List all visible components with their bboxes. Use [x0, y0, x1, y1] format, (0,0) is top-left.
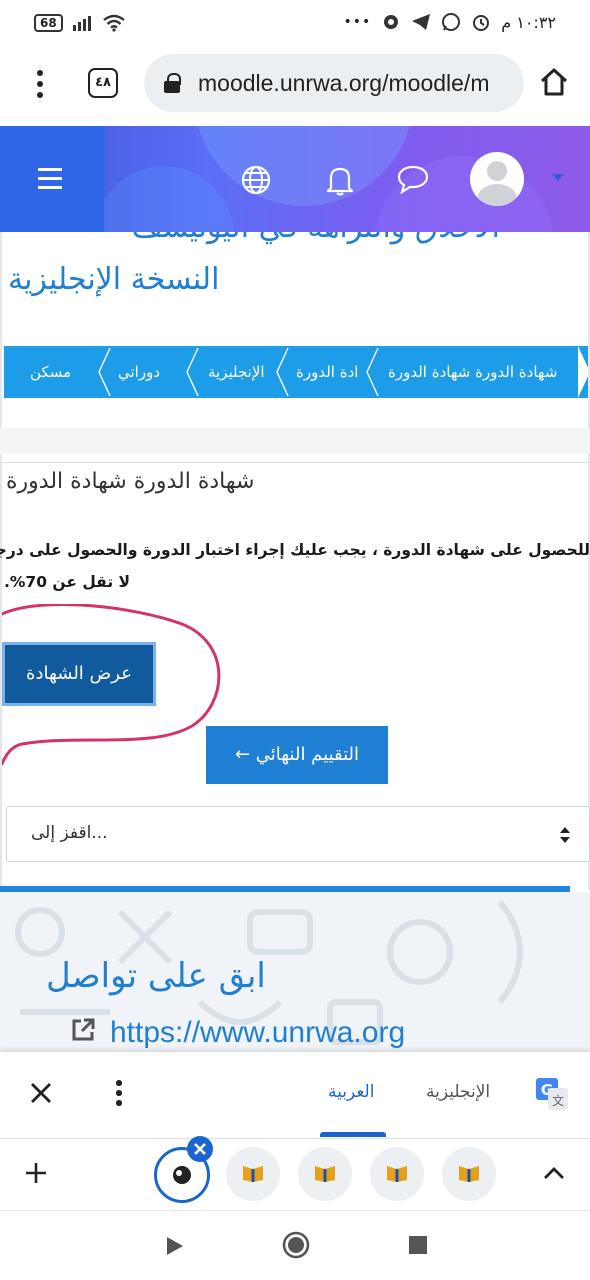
battery-icon: 68 — [34, 14, 63, 32]
whatsapp-icon — [442, 13, 461, 31]
site-footer: ابق على تواصل https://www.unrwa.org — [0, 892, 590, 1054]
source-language-tab[interactable]: الإنجليزية — [426, 1082, 490, 1102]
breadcrumb-end-arrow — [578, 346, 588, 398]
home-nav-icon[interactable] — [282, 1231, 310, 1259]
unrwa-website-link[interactable]: https://www.unrwa.org — [70, 1016, 405, 1050]
view-certificate-button[interactable]: عرض الشهادة — [2, 642, 156, 706]
breadcrumb-item-course[interactable]: ادة الدورة — [296, 346, 358, 398]
close-icon[interactable] — [28, 1080, 54, 1106]
status-left-icons: 68 — [34, 14, 125, 32]
system-navigation-bar — [0, 1210, 590, 1280]
new-tab-plus-icon[interactable] — [24, 1161, 48, 1185]
book-favicon-icon — [243, 1166, 263, 1182]
tab-thumbnail[interactable] — [370, 1147, 424, 1201]
section-gap — [0, 428, 590, 454]
description-line-2: لا تقل عن 70%. — [4, 573, 131, 591]
telegram-icon — [412, 14, 431, 30]
back-play-icon[interactable] — [164, 1235, 186, 1257]
book-favicon-icon — [387, 1166, 407, 1182]
tab-group-strip — [0, 1136, 590, 1210]
breadcrumb-item-certificate[interactable]: شهادة الدورة شهادة الدورة — [388, 346, 557, 398]
course-title-area: الأخلاق والنزاهة في اليونيسف - النسخة ال… — [0, 232, 590, 428]
tab-switcher-button[interactable]: ٤٨ — [88, 68, 118, 98]
external-link-icon — [72, 1018, 95, 1041]
target-language-tab[interactable]: العربية — [328, 1082, 374, 1102]
active-language-indicator — [320, 1132, 386, 1137]
status-right-icons: ١٠:٣٢ م ••• — [343, 12, 556, 32]
breadcrumb-item-home[interactable]: مسكن — [30, 346, 71, 398]
next-activity-button[interactable]: التقييم النهائي ← — [206, 726, 388, 784]
browser-toolbar: ٤٨ moodle.unrwa.org/moodle/m — [0, 52, 590, 126]
globe-icon[interactable] — [240, 164, 272, 196]
lock-icon — [164, 73, 181, 93]
book-favicon-icon — [459, 1166, 479, 1182]
bell-icon[interactable] — [326, 164, 354, 196]
browser-menu-icon[interactable] — [36, 70, 44, 100]
breadcrumb-item-my-courses[interactable]: دوراتي — [118, 346, 160, 398]
translate-bar: العربية الإنجليزية G文 — [0, 1052, 590, 1138]
breadcrumb: شهادة الدورة شهادة الدورة ادة الدورة الإ… — [4, 346, 588, 398]
site-header — [0, 126, 590, 232]
site-favicon-icon — [173, 1166, 191, 1184]
breadcrumb-chevron-icon — [366, 347, 379, 397]
address-bar[interactable]: moodle.unrwa.org/moodle/m — [144, 54, 524, 112]
clock-time: ١٠:٣٢ م — [501, 12, 556, 32]
jump-select-placeholder: ...اقفز إلى — [31, 823, 108, 843]
google-translate-icon: G文 — [536, 1078, 568, 1110]
select-arrows-icon — [560, 827, 570, 843]
hamburger-menu-button[interactable] — [0, 126, 104, 232]
wifi-icon — [102, 14, 125, 32]
recents-square-icon[interactable] — [408, 1235, 428, 1255]
app-notification-icon — [384, 15, 399, 29]
signal-icon — [72, 16, 91, 31]
jump-to-select[interactable]: ...اقفز إلى — [6, 806, 590, 862]
tab-thumbnail[interactable] — [298, 1147, 352, 1201]
translate-options-icon[interactable] — [116, 1080, 124, 1110]
certificate-card: شهادة الدورة شهادة الدورة للحصول على شها… — [0, 454, 590, 890]
chat-icon[interactable] — [396, 164, 430, 194]
user-avatar-icon[interactable] — [470, 152, 524, 206]
certificate-description: للحصول على شهادة الدورة ، يجب عليك إجراء… — [0, 534, 590, 598]
tab-thumbnail[interactable] — [226, 1147, 280, 1201]
page-title-line2: النسخة الإنجليزية — [8, 262, 220, 297]
active-tab-thumbnail[interactable] — [154, 1136, 213, 1203]
alarm-icon — [473, 15, 490, 31]
unrwa-link-text: https://www.unrwa.org — [110, 1016, 406, 1049]
home-icon[interactable] — [538, 66, 570, 98]
status-bar: 68 ١٠:٣٢ م ••• — [0, 0, 590, 52]
chevron-up-icon[interactable] — [542, 1165, 566, 1181]
breadcrumb-chevron-icon — [98, 347, 111, 397]
close-tab-icon[interactable] — [187, 1136, 213, 1162]
card-header: شهادة الدورة شهادة الدورة — [2, 462, 590, 502]
more-notifications: ••• — [343, 14, 372, 30]
user-menu-chevron-down-icon[interactable] — [552, 174, 564, 181]
svg-text:文: 文 — [552, 1093, 564, 1108]
description-line-1: للحصول على شهادة الدورة ، يجب عليك إجراء… — [0, 541, 590, 559]
url-text: moodle.unrwa.org/moodle/m — [198, 69, 490, 96]
breadcrumb-item-english[interactable]: الإنجليزية — [208, 346, 265, 398]
stay-in-touch-heading: ابق على تواصل — [46, 956, 266, 996]
book-favicon-icon — [315, 1166, 335, 1182]
page-title-line1: الأخلاق والنزاهة في اليونيسف - — [111, 232, 500, 245]
breadcrumb-chevron-icon — [186, 347, 199, 397]
tab-thumbnail[interactable] — [442, 1147, 496, 1201]
breadcrumb-chevron-icon — [276, 347, 289, 397]
card-title: شهادة الدورة شهادة الدورة — [6, 469, 255, 494]
view-certificate-label: عرض الشهادة — [26, 663, 132, 684]
